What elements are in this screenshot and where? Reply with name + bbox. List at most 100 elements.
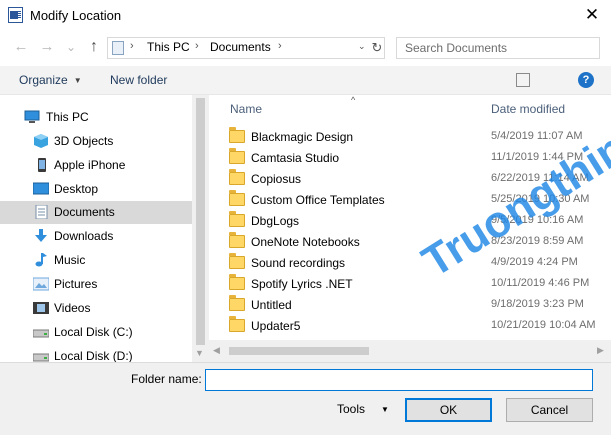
scrollbar-thumb[interactable] (196, 98, 205, 345)
file-date: 9/18/2019 3:23 PM (491, 298, 584, 310)
sidebar-item-pictures[interactable]: Pictures (0, 273, 192, 296)
file-row[interactable]: Spotify Lyrics .NET 10/11/2019 4:46 PM (223, 274, 611, 295)
sidebar-item-downloads[interactable]: Downloads (0, 225, 192, 248)
close-button[interactable]: ✕ (577, 0, 607, 30)
folder-icon (229, 295, 245, 311)
command-bar: Organize ▼ New folder ? (0, 66, 611, 95)
file-row[interactable]: Copiosus 6/22/2019 11:14 AM (223, 169, 611, 190)
folder-icon (229, 127, 245, 143)
folder-icon (229, 148, 245, 164)
sidebar-item-desktop[interactable]: Desktop (0, 178, 192, 201)
file-row[interactable]: Updater5 10/21/2019 10:04 AM (223, 316, 611, 337)
sort-ascending-icon: ^ (351, 95, 356, 105)
chevron-down-icon[interactable]: ▼ (381, 405, 389, 414)
file-row[interactable]: Camtasia Studio 11/1/2019 1:44 PM (223, 148, 611, 169)
sidebar-item-this-pc[interactable]: This PC (0, 106, 192, 129)
search-input[interactable] (397, 38, 577, 58)
new-folder-button[interactable]: New folder (110, 73, 167, 87)
sidebar-item-documents[interactable]: Documents (0, 201, 192, 224)
help-icon[interactable]: ? (578, 72, 594, 88)
organize-menu[interactable]: Organize ▼ (19, 73, 82, 87)
download-icon (33, 229, 49, 243)
dialog-footer: Folder name: Tools ▼ OK Cancel (0, 362, 611, 435)
folder-icon (229, 274, 245, 290)
change-view-icon[interactable] (516, 73, 530, 87)
sidebar-item-music[interactable]: Music (0, 249, 192, 272)
column-header-name[interactable]: Name (230, 102, 262, 116)
scroll-down-icon[interactable]: ▼ (195, 348, 204, 358)
breadcrumb-this-pc[interactable]: This PC (147, 40, 190, 54)
sidebar-item-apple-iphone[interactable]: Apple iPhone (0, 154, 192, 177)
title-bar: Modify Location ✕ (0, 0, 611, 30)
folder-icon (229, 316, 245, 332)
file-row[interactable]: OneNote Notebooks 8/23/2019 8:59 AM (223, 232, 611, 253)
file-name: Camtasia Studio (251, 151, 340, 165)
scroll-left-icon[interactable]: ◀ (213, 345, 220, 356)
disk-icon (32, 325, 50, 339)
address-dropdown-icon[interactable]: ⌄ (358, 41, 366, 52)
folder-icon (229, 190, 245, 206)
up-arrow-icon[interactable]: ↑ (85, 38, 103, 56)
recent-locations-icon[interactable]: ⌄ (62, 38, 80, 56)
refresh-icon[interactable]: ↻ (370, 38, 384, 58)
folder-name-label: Folder name: (131, 372, 202, 386)
word-app-icon (8, 7, 23, 23)
address-bar[interactable]: › This PC › Documents › ⌄ ↻ (107, 37, 385, 59)
back-arrow-icon[interactable]: ← (12, 38, 30, 56)
sidebar-item-label: Documents (54, 205, 115, 219)
file-name: Untitled (251, 298, 292, 312)
desktop-icon (32, 182, 50, 196)
navigation-pane: This PC 3D Objects Apple iPhone Desktop … (0, 95, 192, 362)
sidebar-item-videos[interactable]: Videos (0, 297, 192, 320)
file-row[interactable]: DbgLogs 9/5/2019 10:16 AM (223, 211, 611, 232)
sidebar-item-3d-objects[interactable]: 3D Objects (0, 130, 192, 153)
sidebar-item-local-disk-c[interactable]: Local Disk (C:) (0, 321, 192, 344)
sidebar-item-label: Downloads (54, 229, 114, 243)
file-row[interactable]: Blackmagic Design 5/4/2019 11:07 AM (223, 127, 611, 148)
forward-arrow-icon[interactable]: → (38, 38, 56, 56)
file-date: 6/22/2019 11:14 AM (491, 172, 589, 184)
window-title: Modify Location (30, 8, 122, 23)
search-box[interactable] (396, 37, 600, 59)
navigation-pane-scrollbar[interactable]: ▼ (192, 95, 209, 362)
file-date: 8/23/2019 8:59 AM (491, 235, 584, 247)
file-list-horizontal-scrollbar[interactable]: ◀ ▶ (209, 340, 611, 362)
file-row[interactable]: Untitled 9/18/2019 3:23 PM (223, 295, 611, 316)
file-date: 4/9/2019 4:24 PM (491, 256, 578, 268)
sidebar-item-label: Local Disk (C:) (54, 325, 133, 339)
tools-menu[interactable]: Tools (337, 402, 365, 416)
scrollbar-thumb[interactable] (229, 347, 369, 355)
file-date: 10/11/2019 4:46 PM (491, 277, 590, 289)
sidebar-item-local-disk-d[interactable]: Local Disk (D:) (0, 345, 192, 362)
file-date: 5/25/2019 10:30 AM (491, 193, 590, 205)
folder-name-input[interactable] (205, 369, 593, 391)
ok-button[interactable]: OK (405, 398, 492, 422)
file-date: 11/1/2019 1:44 PM (491, 151, 584, 163)
organize-label: Organize (19, 73, 68, 87)
disk-icon (32, 349, 50, 362)
breadcrumb-separator[interactable]: › (278, 40, 282, 52)
cancel-button[interactable]: Cancel (506, 398, 593, 422)
file-row[interactable]: Custom Office Templates 5/25/2019 10:30 … (223, 190, 611, 211)
file-row[interactable]: Sound recordings 4/9/2019 4:24 PM (223, 253, 611, 274)
file-name: Copiosus (251, 172, 302, 186)
breadcrumb-separator: › (130, 40, 134, 52)
file-name: Spotify Lyrics .NET (251, 277, 353, 291)
file-name: Sound recordings (251, 256, 346, 270)
column-header-date-modified[interactable]: Date modified (491, 102, 565, 116)
breadcrumb-documents[interactable]: Documents (210, 40, 271, 54)
sidebar-item-label: Local Disk (D:) (54, 349, 133, 362)
sidebar-item-label: This PC (46, 110, 89, 124)
breadcrumb-separator[interactable]: › (195, 40, 199, 52)
file-date: 9/5/2019 10:16 AM (491, 214, 584, 226)
phone-icon (35, 158, 51, 172)
folder-icon (229, 253, 245, 269)
folder-icon (229, 232, 245, 248)
navigation-bar: ← → ⌄ ↑ › This PC › Documents › ⌄ ↻ (0, 30, 611, 66)
sidebar-item-label: Videos (54, 301, 91, 315)
file-name: Custom Office Templates (251, 193, 385, 207)
chevron-down-icon: ▼ (73, 76, 82, 85)
scroll-right-icon[interactable]: ▶ (597, 345, 604, 356)
sidebar-item-label: Music (54, 253, 86, 267)
file-name: DbgLogs (251, 214, 300, 228)
